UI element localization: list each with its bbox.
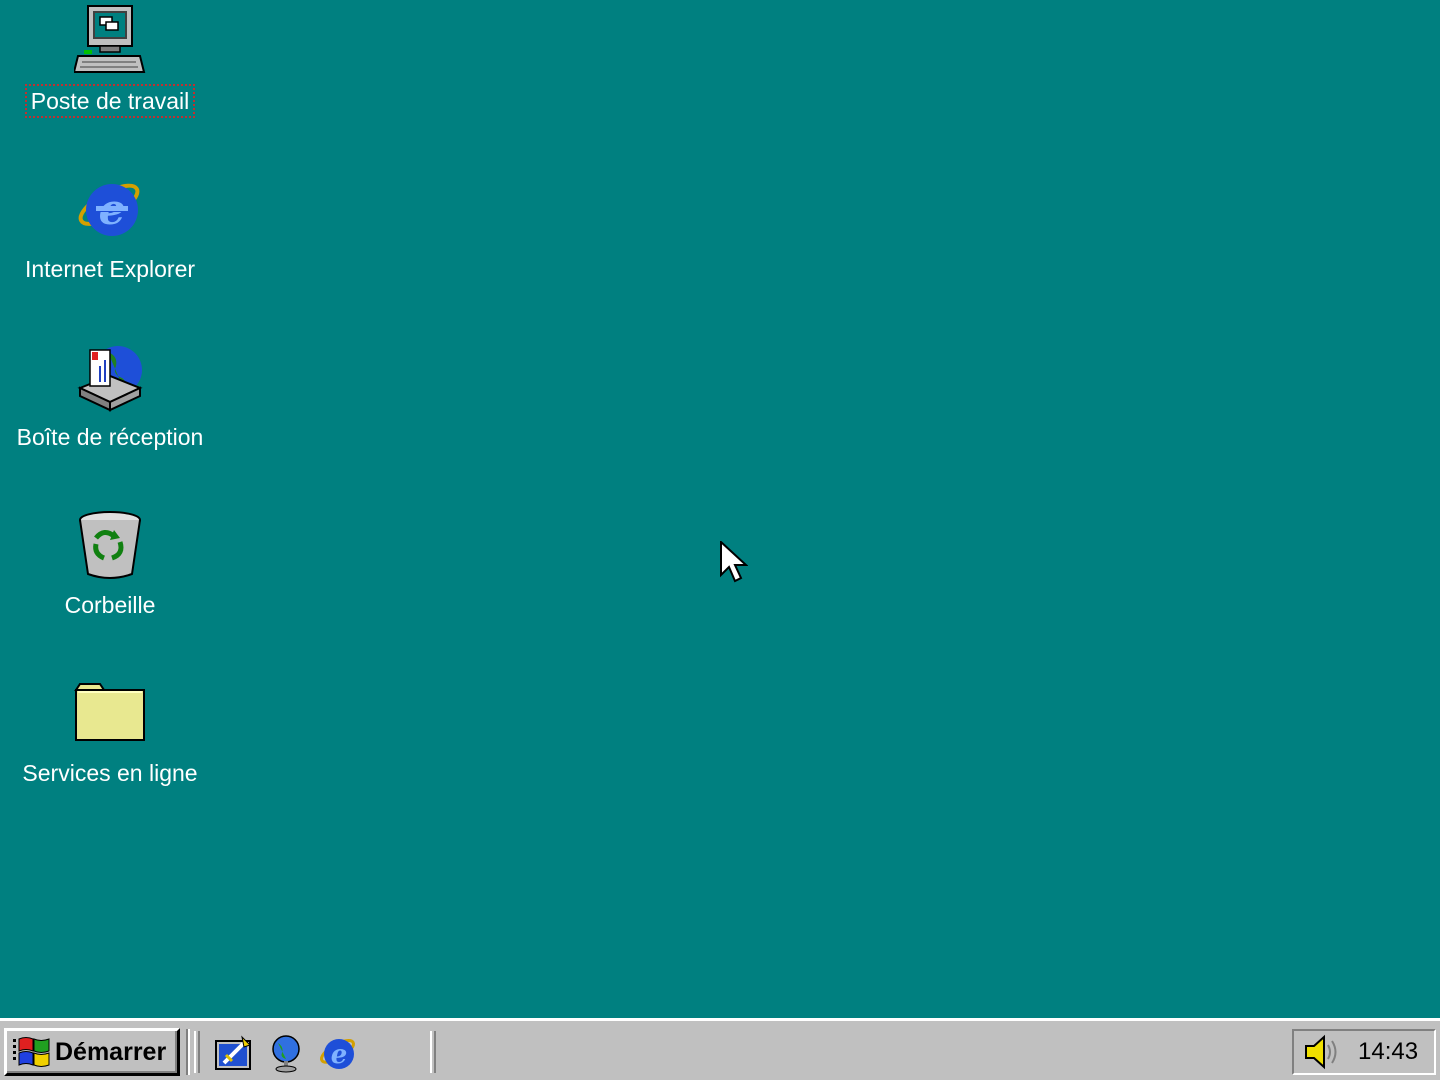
desktop-icon-internet-explorer[interactable]: e Internet Explorer bbox=[0, 172, 220, 284]
my-computer-icon bbox=[74, 5, 146, 73]
start-button[interactable]: Démarrer bbox=[4, 1028, 180, 1076]
desktop-icon-recycle-bin[interactable]: Corbeille bbox=[0, 508, 220, 620]
desktop-icon-label: Internet Explorer bbox=[24, 256, 196, 282]
recycle-bin-icon bbox=[79, 511, 141, 579]
folder-icon bbox=[74, 683, 145, 741]
taskbar-separator bbox=[186, 1029, 190, 1075]
clock[interactable]: 14:43 bbox=[1358, 1038, 1418, 1066]
system-tray: 14:43 bbox=[1292, 1029, 1436, 1075]
show-desktop-icon[interactable] bbox=[214, 1033, 254, 1073]
svg-text:e: e bbox=[331, 1040, 348, 1070]
desktop-icon-my-computer[interactable]: Poste de travail bbox=[0, 4, 220, 118]
desktop-icon-online-services[interactable]: Services en ligne bbox=[0, 676, 220, 788]
desktop-icon-label: Services en ligne bbox=[22, 760, 198, 786]
mouse-pointer-icon bbox=[720, 541, 748, 583]
desktop[interactable]: Poste de travail e Internet Explorer Boî… bbox=[0, 0, 1440, 1018]
speaker-icon[interactable] bbox=[1302, 1033, 1340, 1071]
desktop-icon-label: Corbeille bbox=[64, 592, 156, 618]
internet-explorer-icon: e bbox=[78, 183, 140, 236]
desktop-icon-inbox[interactable]: Boîte de réception bbox=[0, 340, 220, 452]
desktop-icon-label: Poste de travail bbox=[24, 84, 196, 118]
taskbar: Démarrer e 14:43 bbox=[0, 1018, 1440, 1080]
inbox-icon bbox=[77, 346, 143, 412]
desktop-icon-label: Boîte de réception bbox=[16, 424, 204, 450]
taskbar-band-grip[interactable] bbox=[430, 1031, 436, 1073]
windows-logo-icon bbox=[13, 1037, 50, 1067]
internet-explorer-icon[interactable]: e bbox=[318, 1033, 358, 1073]
channels-icon[interactable] bbox=[266, 1033, 306, 1073]
quick-launch-grip[interactable] bbox=[194, 1031, 200, 1073]
start-button-label: Démarrer bbox=[55, 1037, 167, 1066]
